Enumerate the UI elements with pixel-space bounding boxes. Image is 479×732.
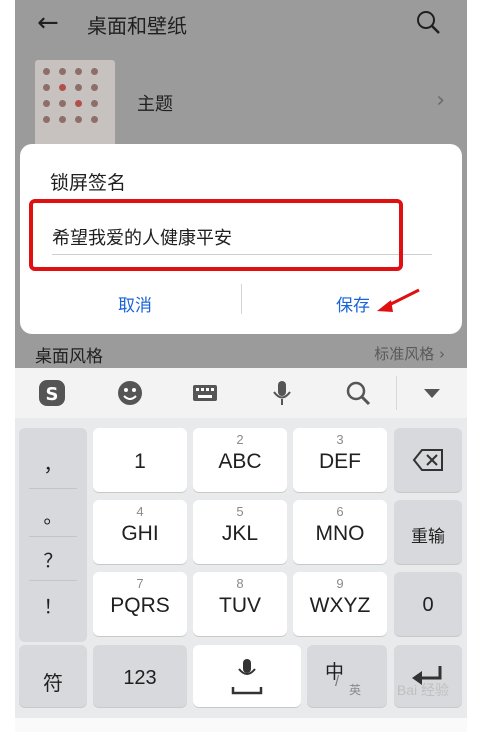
punct-exclaim[interactable]: ！ <box>19 592 87 619</box>
number-key[interactable]: 123 <box>93 645 187 707</box>
top-bar: ← 桌面和壁纸 <box>15 0 467 44</box>
punct-comma[interactable]: ， <box>19 450 87 477</box>
key-1[interactable]: 1 <box>93 428 187 492</box>
keyboard: ， 。 ？ ！ 1 2 ABC 3 DEF 4 GHI 5 JKL 6 MNO 重输 7P… <box>15 418 467 718</box>
collapse-keyboard-icon[interactable] <box>417 378 447 408</box>
backspace-icon <box>412 449 443 471</box>
toolbar-divider <box>396 376 397 410</box>
dialog-title: 锁屏签名 <box>50 172 127 194</box>
backspace-key[interactable] <box>394 428 462 492</box>
svg-text:S: S <box>46 384 59 405</box>
key-jkl[interactable]: 5 JKL <box>193 500 287 564</box>
keyboard-icon[interactable] <box>190 378 220 408</box>
key-ghi[interactable]: 4 GHI <box>93 500 187 564</box>
key-mno[interactable]: 6 MNO <box>293 500 387 564</box>
key-abc[interactable]: 2 ABC <box>193 428 287 492</box>
search-icon[interactable] <box>415 9 441 39</box>
key-def[interactable]: 3 DEF <box>293 428 387 492</box>
theme-row[interactable]: 主题 › <box>15 44 467 160</box>
back-arrow-icon[interactable]: ← <box>37 8 59 38</box>
ime-search-icon[interactable] <box>343 378 373 408</box>
key-tuv[interactable]: 8 TUV <box>193 572 287 636</box>
sogou-logo-icon[interactable]: S <box>37 378 67 408</box>
page-title: 桌面和壁纸 <box>87 14 187 38</box>
desktop-style-row[interactable]: 桌面风格 标准风格 › <box>15 338 467 368</box>
lockscreen-signature-dialog: 锁屏签名 取消 保存 <box>20 144 462 334</box>
emoji-icon[interactable] <box>115 378 145 408</box>
punct-question[interactable]: ？ <box>19 546 87 573</box>
save-button[interactable]: 保存 <box>330 290 376 317</box>
highlight-box <box>29 199 403 271</box>
language-switch-key[interactable]: 中 / 英 <box>307 645 387 707</box>
reinput-key[interactable]: 重输 <box>394 500 462 564</box>
button-divider <box>241 284 242 314</box>
navigation-bar <box>15 718 467 732</box>
theme-label: 主题 <box>137 94 173 115</box>
key-wxyz[interactable]: 9 WXYZ <box>293 572 387 636</box>
microphone-icon[interactable] <box>267 378 297 408</box>
key-0[interactable]: 0 <box>394 572 462 636</box>
punct-period[interactable]: 。 <box>19 502 87 529</box>
space-voice-key[interactable] <box>193 645 301 707</box>
ime-toolbar: S <box>15 368 467 418</box>
key-pqrs[interactable]: 7 PQRS <box>93 572 187 636</box>
watermark: Bai 经验 <box>396 682 449 698</box>
space-microphone-icon <box>231 659 263 695</box>
punctuation-column[interactable]: ， 。 ？ ！ <box>19 428 87 642</box>
cancel-button[interactable]: 取消 <box>112 290 158 317</box>
screen: ← 桌面和壁纸 主题 › 桌面风格 标准风格 › 锁屏签名 取消 保存 <box>15 0 467 732</box>
annotation-arrow-icon <box>377 288 420 312</box>
desktop-style-value: 标准风格 › <box>374 345 445 363</box>
desktop-style-label: 桌面风格 <box>35 347 103 367</box>
chevron-right-icon: › <box>436 88 445 113</box>
symbol-key[interactable]: 符 <box>19 645 87 707</box>
